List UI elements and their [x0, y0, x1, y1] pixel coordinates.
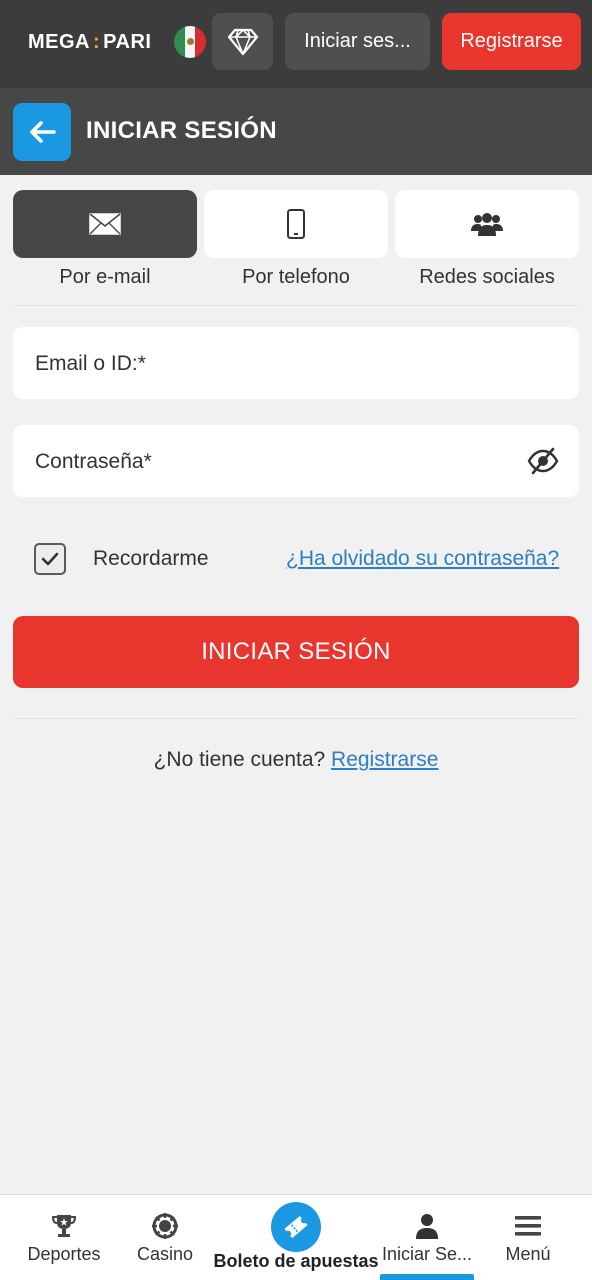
remember-label[interactable]: Recordarme: [93, 547, 209, 571]
tab-email[interactable]: [13, 190, 197, 258]
envelope-icon: [89, 213, 121, 235]
active-tab-indicator: [380, 1274, 474, 1280]
nav-item-login[interactable]: Iniciar Se...: [375, 1194, 479, 1280]
users-icon: [471, 213, 503, 236]
password-field[interactable]: Contraseña*: [13, 425, 579, 497]
forgot-password-link[interactable]: ¿Ha olvidado su contraseña?: [286, 547, 559, 571]
person-icon: [416, 1214, 438, 1239]
tab-email-label: Por e-mail: [59, 266, 151, 288]
nav-item-menu[interactable]: Menú: [487, 1194, 569, 1280]
tab-social-label: Redes sociales: [419, 266, 555, 288]
diamond-icon: [227, 28, 258, 55]
login-button-top[interactable]: Iniciar ses...: [285, 13, 430, 70]
logo-text-right: PARI: [103, 30, 152, 53]
menu-icon: [515, 1216, 541, 1236]
nav-item-betslip[interactable]: [271, 1202, 321, 1252]
remember-checkbox[interactable]: [34, 543, 66, 575]
nav-label-login: Iniciar Se...: [381, 1244, 473, 1264]
email-field-label: Email o ID:*: [35, 352, 146, 375]
logo-separator: :: [93, 30, 101, 53]
divider: [13, 305, 579, 306]
casino-chip-icon: [152, 1213, 178, 1239]
divider: [13, 718, 579, 719]
back-button[interactable]: [13, 103, 71, 161]
tab-social[interactable]: [395, 190, 579, 258]
register-link[interactable]: Registrarse: [331, 748, 438, 771]
vip-diamond-button[interactable]: [212, 13, 273, 70]
phone-icon: [287, 209, 305, 239]
mexico-flag-icon[interactable]: [174, 26, 206, 58]
page-title: INICIAR SESIÓN: [86, 117, 277, 144]
top-bar: MEGA : PARI Iniciar ses... Registrarse: [0, 0, 592, 88]
checkmark-icon: [41, 552, 59, 566]
brand-logo[interactable]: MEGA : PARI: [28, 29, 151, 55]
password-field-label: Contraseña*: [35, 450, 152, 473]
no-account-text: ¿No tiene cuenta?: [153, 748, 326, 771]
page-header: INICIAR SESIÓN: [0, 88, 592, 175]
email-field[interactable]: Email o ID:*: [13, 327, 579, 399]
tab-phone-label: Por telefono: [242, 266, 350, 288]
eye-slash-icon[interactable]: [527, 447, 559, 475]
register-button-top[interactable]: Registrarse: [442, 13, 581, 70]
trophy-icon: [51, 1215, 77, 1237]
tab-phone[interactable]: [204, 190, 388, 258]
login-submit-button[interactable]: INICIAR SESIÓN: [13, 616, 579, 688]
nav-label-menu: Menú: [505, 1244, 551, 1264]
logo-text-left: MEGA: [28, 30, 90, 53]
no-account-row: ¿No tiene cuenta? Registrarse: [0, 748, 592, 772]
arrow-left-icon: [30, 121, 56, 143]
ticket-icon: [284, 1215, 308, 1239]
